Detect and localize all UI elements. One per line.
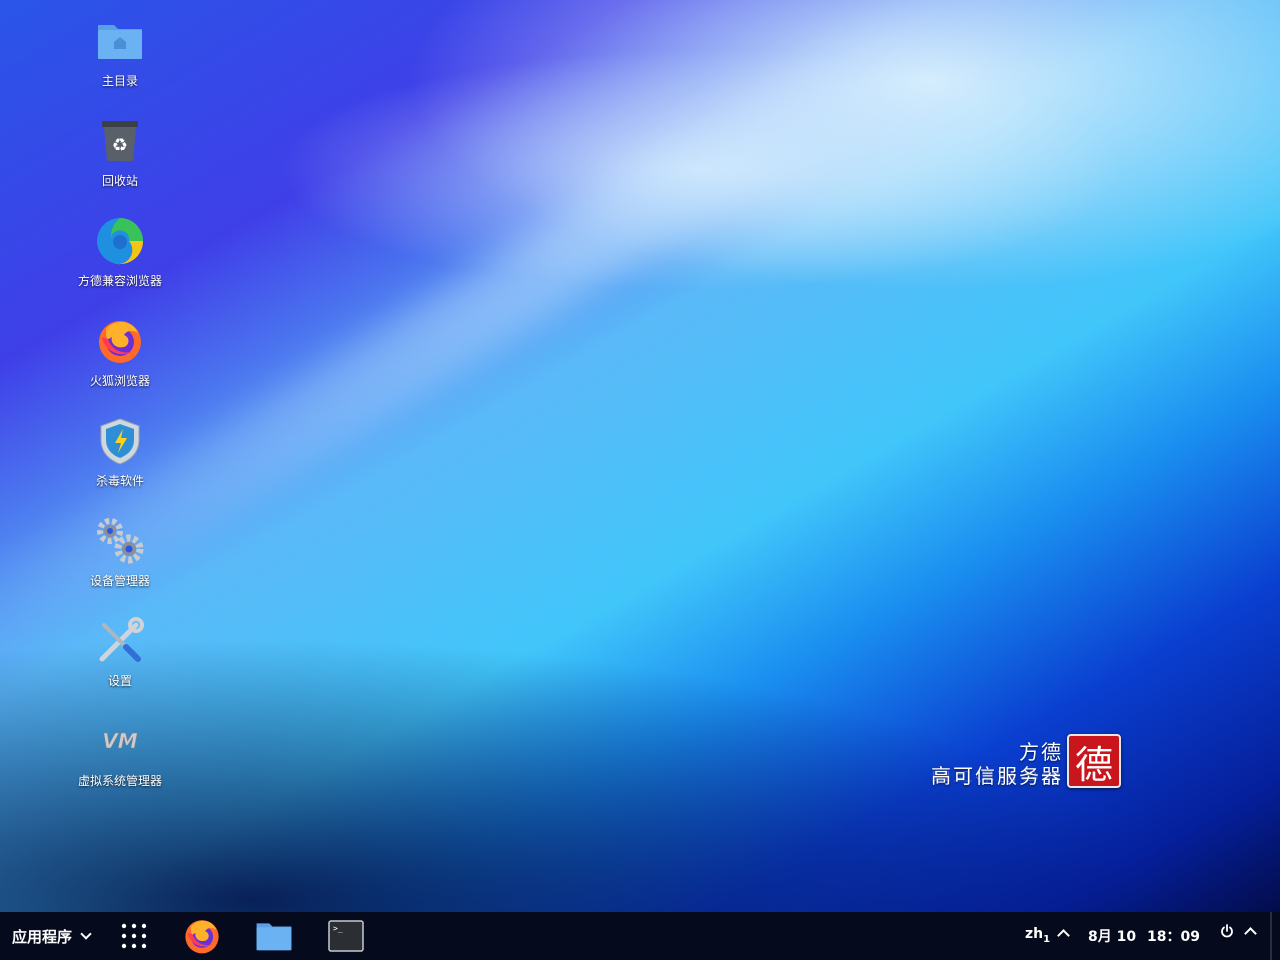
svg-text:VM: VM: [102, 729, 137, 753]
chevron-up-icon: [1057, 929, 1070, 942]
desktop-icon-device-manager[interactable]: 设备管理器: [70, 504, 170, 596]
desktop-icon-label: 杀毒软件: [95, 474, 144, 488]
terminal-icon: >_: [328, 920, 364, 952]
system-menu-button[interactable]: [1220, 924, 1257, 940]
desktop-icon-label: 火狐浏览器: [89, 374, 150, 388]
desktop-icon-label: 设置: [107, 674, 132, 688]
trash-icon: ♻: [95, 116, 145, 166]
applications-menu-button[interactable]: 应用程序: [12, 926, 92, 947]
app-grid-button[interactable]: [114, 916, 154, 956]
desktop-icon-compatible-browser[interactable]: 方德兼容浏览器: [70, 204, 170, 296]
home-folder-icon: [95, 16, 145, 66]
desktop-icon-label: 回收站: [101, 174, 138, 188]
svg-text:♻: ♻: [112, 135, 128, 156]
brand-reflection: 高可信服务器: [931, 769, 1063, 784]
brand-seal: 德: [1067, 734, 1121, 788]
clock-time: 18：09: [1146, 929, 1200, 945]
gears-icon: [95, 516, 145, 566]
chevron-down-icon: [80, 927, 92, 940]
taskbar-edge: [1270, 912, 1272, 960]
desktop-icon-label: 主目录: [101, 74, 138, 88]
desktop-icon-vm-manager[interactable]: VM 虚拟系统管理器: [70, 704, 170, 796]
input-method-indicator[interactable]: zh1: [1025, 926, 1070, 945]
input-method-sub: 1: [1043, 933, 1051, 945]
applications-menu-label: 应用程序: [12, 928, 73, 946]
firefox-icon: [95, 316, 145, 366]
desktop-icon-label: 方德兼容浏览器: [77, 274, 162, 288]
brand-logo: 方德 高可信服务器 高可信服务器 德: [915, 734, 1125, 814]
desktop-icon-antivirus[interactable]: 杀毒软件: [70, 404, 170, 496]
desktop-icon-firefox[interactable]: 火狐浏览器: [70, 304, 170, 396]
firefox-icon: [185, 920, 219, 954]
taskbar: 应用程序 >_ zh1 8月 10 18：09: [0, 912, 1280, 960]
desktop-icon-home[interactable]: 主目录: [70, 4, 170, 96]
desktop-icon-settings[interactable]: 设置: [70, 604, 170, 696]
chevron-up-icon: [1244, 926, 1257, 940]
svg-text:>_: >_: [333, 924, 343, 933]
clock-date: 8月 10: [1088, 929, 1137, 945]
input-method-label: zh: [1025, 926, 1044, 942]
files-icon: [256, 923, 292, 951]
clock[interactable]: 8月 10 18：09: [1088, 926, 1200, 946]
power-icon: [1221, 924, 1233, 938]
vm-icon: VM: [95, 716, 145, 766]
taskbar-terminal-button[interactable]: >_: [326, 916, 366, 956]
settings-tools-icon: [95, 616, 145, 666]
desktop-icon-label: 设备管理器: [89, 574, 150, 588]
antivirus-shield-icon: [95, 416, 145, 466]
desktop[interactable]: 主目录 ♻ 回收站 方德兼容浏览器 火狐浏览器 杀毒软件 设备管理器 设置 VM…: [0, 0, 1280, 912]
edge-browser-icon: [95, 216, 145, 266]
taskbar-files-button[interactable]: [254, 916, 294, 956]
taskbar-firefox-button[interactable]: [182, 916, 222, 956]
app-grid-icon: [121, 923, 147, 949]
desktop-icon-trash[interactable]: ♻ 回收站: [70, 104, 170, 196]
desktop-icon-label: 虚拟系统管理器: [77, 774, 162, 788]
